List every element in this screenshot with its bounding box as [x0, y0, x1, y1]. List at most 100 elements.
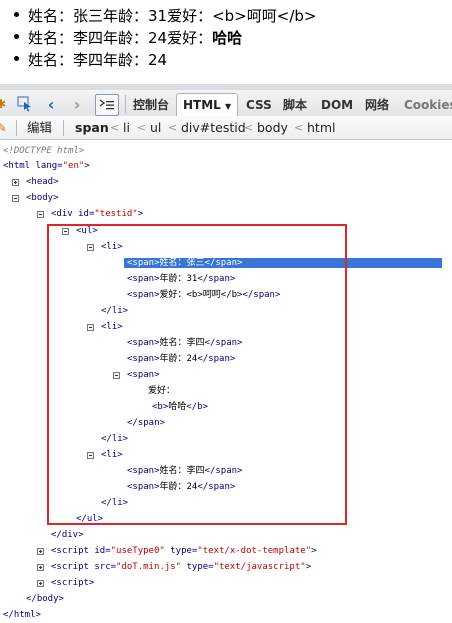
- expand-icon[interactable]: [37, 580, 44, 587]
- devtools-toolbar: ✱ ‹ › 控制台 HTML ▼ CSS 脚本 DOM 网络 Cookies: [0, 84, 452, 118]
- tab-css[interactable]: CSS: [246, 94, 272, 116]
- tree-node-html-close: </html>: [3, 610, 41, 620]
- tree-node-span[interactable]: <span>姓名：李四</span>: [127, 336, 242, 351]
- tree-node-span[interactable]: <span>年龄：24</span>: [127, 480, 235, 495]
- attr-value: "text/javascript": [213, 562, 306, 572]
- tree-node-body[interactable]: <body>: [26, 191, 59, 206]
- tree-node-b[interactable]: <b>哈哈</b>: [152, 400, 208, 415]
- tag-end: >: [84, 161, 90, 171]
- tree-node-span[interactable]: <span>年龄：31</span>: [127, 272, 235, 287]
- tag-name: <span>: [127, 338, 160, 348]
- devtools-panel: ✱ ‹ › 控制台 HTML ▼ CSS 脚本 DOM 网络 Cookies ✎…: [0, 84, 452, 622]
- breadcrumb-item-div[interactable]: div#testid: [181, 119, 246, 137]
- tag-end: </span>: [242, 290, 281, 300]
- breadcrumb-item-span[interactable]: span: [75, 119, 109, 137]
- collapse-icon[interactable]: [87, 452, 94, 459]
- attr-value: "testid": [94, 209, 138, 219]
- tree-node-html[interactable]: <html lang="en">: [3, 159, 90, 174]
- tree-node-li[interactable]: <li>: [101, 240, 123, 255]
- tree-node-li[interactable]: <li>: [101, 448, 123, 463]
- back-icon[interactable]: ‹: [44, 94, 58, 114]
- collapse-icon[interactable]: [37, 211, 44, 218]
- tag-end: </span>: [204, 466, 243, 476]
- tree-node-span[interactable]: <span>: [127, 368, 160, 383]
- forward-icon[interactable]: ›: [70, 94, 84, 114]
- toolbar-divider: [16, 120, 17, 136]
- tree-node-span-selected[interactable]: <span>姓名：张三</span>: [124, 256, 443, 271]
- tab-console[interactable]: 控制台: [133, 94, 169, 116]
- breadcrumb-item-li[interactable]: li: [123, 119, 130, 137]
- expand-icon[interactable]: [37, 548, 44, 555]
- tag-name: <span>: [127, 274, 160, 284]
- breadcrumb-bar: ✎ 编辑 span < li < ul < div#testid < body …: [0, 116, 452, 140]
- tag-end: </span>: [197, 274, 236, 284]
- tree-node-span[interactable]: <span>姓名：李四</span>: [127, 464, 242, 479]
- list-item: 姓名：李四年龄：24: [14, 50, 167, 70]
- node-text: 姓名：李四: [159, 338, 205, 348]
- attr-name: id=: [72, 209, 95, 219]
- tag-name: <div: [51, 209, 73, 219]
- tree-node-span[interactable]: <span>年龄：24</span>: [127, 352, 235, 367]
- tree-node-head[interactable]: <head>: [26, 175, 59, 190]
- tree-doctype: <!DOCTYPE html>: [3, 146, 85, 156]
- node-text: 年龄：31: [159, 274, 198, 284]
- collapse-icon[interactable]: [113, 372, 120, 379]
- toolbar-divider: [125, 95, 126, 113]
- attr-value: "useType0": [110, 546, 165, 556]
- tab-dom[interactable]: DOM: [321, 94, 353, 116]
- edit-button[interactable]: 编辑: [27, 119, 52, 137]
- breadcrumb-item-body[interactable]: body: [257, 119, 288, 137]
- tag-name: <script: [51, 546, 89, 556]
- tag-end: </span>: [204, 258, 243, 268]
- tree-node-script[interactable]: <script src="doT.min.js" type="text/java…: [51, 560, 311, 575]
- collapse-icon[interactable]: [62, 228, 69, 235]
- list-item-text: 姓名：李四年龄：24爱好：: [28, 29, 213, 47]
- node-text: 年龄：24: [159, 482, 198, 492]
- tag-name: <b>: [152, 402, 169, 412]
- tree-node-span[interactable]: <span>爱好：<b>呵呵</b></span>: [127, 288, 280, 303]
- tree-node-script[interactable]: <script>: [51, 576, 94, 591]
- collapse-icon[interactable]: [12, 195, 19, 202]
- expand-icon[interactable]: [37, 564, 44, 571]
- tag-end: >: [311, 546, 317, 556]
- inspect-icon[interactable]: [16, 94, 34, 114]
- tree-node-li[interactable]: <li>: [101, 320, 123, 335]
- tag-name: <script: [51, 562, 89, 572]
- pencil-icon[interactable]: ✎: [0, 118, 7, 138]
- breadcrumb-separator-icon: <: [110, 121, 120, 134]
- tree-node-div-close: </div>: [51, 530, 84, 540]
- attr-name: lang=: [30, 161, 63, 171]
- list-item: 姓名：李四年龄：24爱好：哈哈: [14, 28, 242, 48]
- tag-end: </span>: [197, 354, 236, 364]
- tab-net[interactable]: 网络: [365, 94, 389, 116]
- attr-value: "doT.min.js": [116, 562, 182, 572]
- chevron-down-icon[interactable]: ▼: [225, 102, 231, 111]
- tag-name: <span>: [127, 258, 160, 268]
- breadcrumb-item-html[interactable]: html: [307, 119, 335, 137]
- breadcrumb-separator-icon: <: [244, 121, 254, 134]
- breadcrumb-item-ul[interactable]: ul: [150, 119, 161, 137]
- page-preview: 姓名：张三年龄：31爱好：<b>呵呵</b> 姓名：李四年龄：24爱好：哈哈 姓…: [0, 0, 452, 84]
- tree-node-span-close: </span>: [127, 418, 165, 428]
- command-line-icon[interactable]: [95, 94, 119, 116]
- attr-name: type=: [164, 546, 198, 556]
- tab-script[interactable]: 脚本: [283, 94, 307, 116]
- node-text: 姓名：张三: [159, 258, 205, 268]
- node-text: 姓名：李四: [159, 466, 205, 476]
- collapse-icon[interactable]: [87, 324, 94, 331]
- bullet-icon: [14, 12, 19, 17]
- node-text: 爱好：: [148, 386, 176, 396]
- node-text: 年龄：24: [159, 354, 198, 364]
- tag-name: <html: [3, 161, 31, 171]
- tab-html[interactable]: HTML ▼: [176, 93, 239, 118]
- firebug-icon[interactable]: ✱: [0, 94, 6, 114]
- tree-node-li-close: </li>: [101, 306, 129, 316]
- tag-end: >: [137, 209, 144, 219]
- expand-icon[interactable]: [12, 179, 19, 186]
- tab-cookies[interactable]: Cookies: [404, 94, 452, 116]
- collapse-icon[interactable]: [87, 244, 94, 251]
- tree-node-ul[interactable]: <ul>: [76, 224, 98, 239]
- tree-node-div[interactable]: <div id="testid">: [51, 207, 143, 222]
- attr-value: "en": [62, 161, 85, 171]
- tree-node-script[interactable]: <script id="useType0" type="text/x-dot-t…: [51, 544, 317, 559]
